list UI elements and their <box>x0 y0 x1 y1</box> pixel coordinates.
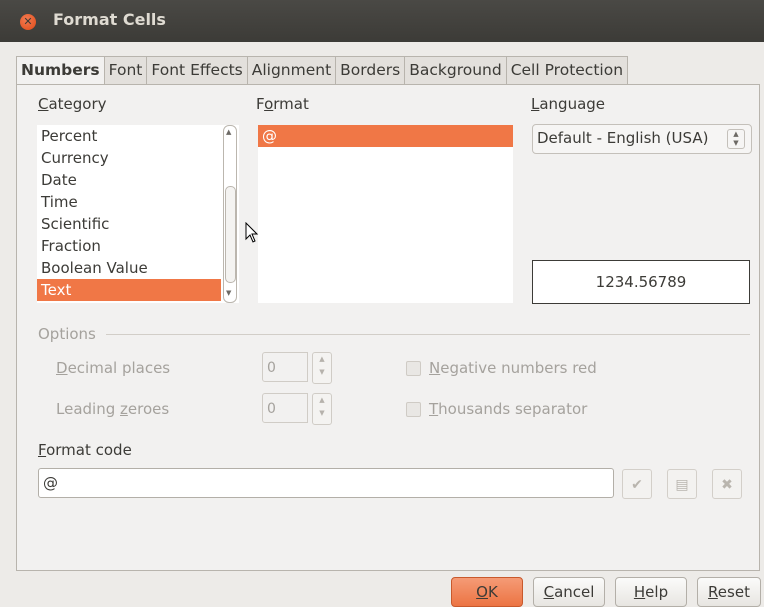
tab-bar: Numbers Font Font Effects Alignment Bord… <box>16 56 629 86</box>
decimal-places-field[interactable]: 0 <box>262 352 308 382</box>
scrollbar-thumb[interactable] <box>225 186 236 283</box>
tab-font-effects[interactable]: Font Effects <box>147 56 248 85</box>
close-icon: ✕ <box>23 15 33 28</box>
numbers-panel: Category Percent Currency Date Time Scie… <box>16 84 760 571</box>
tab-alignment[interactable]: Alignment <box>247 56 337 85</box>
format-list[interactable]: @ <box>258 125 513 303</box>
list-item[interactable]: Scientific <box>37 213 221 235</box>
delete-icon: ✖ <box>721 477 733 493</box>
format-label: Format <box>256 95 309 113</box>
negative-red-label: Negative numbers red <box>429 359 597 377</box>
spin-updown-icon[interactable]: ▲ ▼ <box>312 352 332 384</box>
list-item[interactable]: Boolean Value <box>37 257 221 279</box>
language-value: Default - English (USA) <box>537 129 709 147</box>
tab-cell-protection[interactable]: Cell Protection <box>506 56 629 85</box>
tab-font[interactable]: Font <box>104 56 148 85</box>
decimal-places-label: Decimal places <box>56 359 171 377</box>
decimal-places-stepper[interactable]: 0 ▲ ▼ <box>262 352 332 384</box>
close-window-button[interactable]: ✕ <box>20 14 36 30</box>
ok-button[interactable]: OK <box>451 577 523 607</box>
list-item[interactable]: Fraction <box>37 235 221 257</box>
leading-zeroes-label: Leading zeroes <box>56 400 170 418</box>
check-icon: ✔ <box>631 477 643 493</box>
scroll-up-icon[interactable]: ▲ <box>226 128 231 136</box>
spin-updown-icon[interactable]: ▲ ▼ <box>312 393 332 425</box>
leading-zeroes-field[interactable]: 0 <box>262 393 308 423</box>
help-button[interactable]: Help <box>615 577 687 607</box>
mouse-cursor-icon <box>245 221 259 248</box>
thousands-separator-checkbox[interactable] <box>406 402 421 417</box>
tab-borders[interactable]: Borders <box>336 56 406 85</box>
list-item[interactable]: Date <box>37 169 221 191</box>
title-bar: ✕ Format Cells <box>0 0 764 42</box>
list-item-selected[interactable]: Text <box>37 279 221 301</box>
spin-updown-icon[interactable]: ▲ ▼ <box>727 129 745 149</box>
options-divider <box>106 334 750 335</box>
list-item[interactable]: Time <box>37 191 221 213</box>
window-title: Format Cells <box>53 10 166 29</box>
edit-comment-button[interactable]: ▤ <box>667 469 697 499</box>
language-select[interactable]: Default - English (USA) ▲ ▼ <box>532 124 752 154</box>
scroll-down-icon[interactable]: ▼ <box>226 289 231 297</box>
tab-background[interactable]: Background <box>405 56 507 85</box>
negative-red-checkbox[interactable] <box>406 361 421 376</box>
thousands-separator-label: Thousands separator <box>429 400 588 418</box>
category-list[interactable]: Percent Currency Date Time Scientific Fr… <box>37 125 239 303</box>
category-scrollbar[interactable]: ▲ ▼ <box>223 125 237 303</box>
list-item[interactable]: Currency <box>37 147 221 169</box>
format-code-input[interactable]: @ <box>38 468 614 498</box>
tab-numbers[interactable]: Numbers <box>16 56 105 86</box>
format-code-label: Format code <box>38 441 132 459</box>
cancel-button[interactable]: Cancel <box>533 577 605 607</box>
accept-format-button[interactable]: ✔ <box>622 469 652 499</box>
reset-button[interactable]: Reset <box>697 577 761 607</box>
options-heading: Options <box>38 325 96 343</box>
leading-zeroes-stepper[interactable]: 0 ▲ ▼ <box>262 393 332 425</box>
language-label: Language <box>531 95 606 113</box>
edit-comment-icon: ▤ <box>675 477 689 493</box>
category-label: Category <box>38 95 107 113</box>
list-item[interactable]: Percent <box>37 125 221 147</box>
delete-format-button[interactable]: ✖ <box>712 469 742 499</box>
list-item-selected[interactable]: @ <box>258 125 513 147</box>
format-preview: 1234.56789 <box>532 260 750 304</box>
